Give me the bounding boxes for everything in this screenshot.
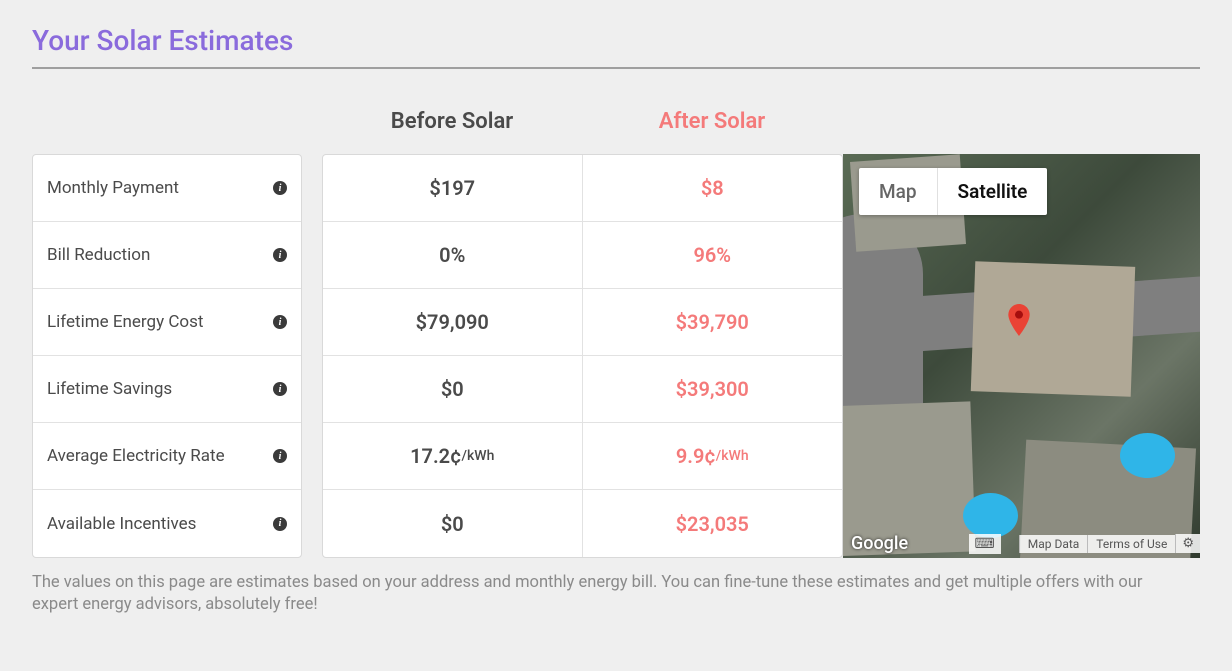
table-row: $0 $39,300 <box>323 356 842 423</box>
col-header-before: Before Solar <box>322 109 582 134</box>
info-icon[interactable]: i <box>273 449 287 463</box>
label-text: Lifetime Savings <box>47 379 172 399</box>
info-icon[interactable]: i <box>273 382 287 396</box>
info-icon[interactable]: i <box>273 315 287 329</box>
column-headers: Before Solar After Solar <box>32 109 1200 134</box>
label-bill-reduction: Bill Reduction i <box>33 222 301 289</box>
disclaimer-text: The values on this page are estimates ba… <box>32 572 1152 617</box>
table-row: 17.2¢/kWh 9.9¢/kWh <box>323 423 842 490</box>
label-lifetime-energy-cost: Lifetime Energy Cost i <box>33 289 301 356</box>
map-footer: Google ⌨ Map Data Terms of Use ⚙ <box>843 529 1200 558</box>
value-before: 0% <box>323 222 583 288</box>
label-text: Bill Reduction <box>47 245 150 265</box>
table-row: $0 $23,035 <box>323 490 842 557</box>
label-text: Average Electricity Rate <box>47 446 225 466</box>
info-icon[interactable]: i <box>273 181 287 195</box>
map-view[interactable]: Map Satellite Google ⌨ Map Data Terms of… <box>843 154 1200 558</box>
value-before: $79,090 <box>323 289 583 355</box>
metric-labels: Monthly Payment i Bill Reduction i Lifet… <box>32 154 302 558</box>
value-before: 17.2¢/kWh <box>323 423 583 489</box>
label-text: Monthly Payment <box>47 178 179 198</box>
label-monthly-payment: Monthly Payment i <box>33 155 301 222</box>
info-icon[interactable]: i <box>273 517 287 531</box>
value-after: 9.9¢/kWh <box>583 423 843 489</box>
google-logo: Google <box>843 529 916 558</box>
info-icon[interactable]: i <box>273 248 287 262</box>
label-text: Lifetime Energy Cost <box>47 312 203 332</box>
map-type-satellite[interactable]: Satellite <box>937 168 1048 215</box>
label-avg-electricity-rate: Average Electricity Rate i <box>33 423 301 490</box>
metric-values: $197 $8 0% 96% $79,090 $39,790 $0 $39,30… <box>322 154 843 558</box>
table-row: 0% 96% <box>323 222 842 289</box>
page-title: Your Solar Estimates <box>32 24 1200 69</box>
gear-icon[interactable]: ⚙ <box>1175 534 1200 553</box>
map-type-switch: Map Satellite <box>859 168 1047 215</box>
label-text: Available Incentives <box>47 514 196 534</box>
table-row: $79,090 $39,790 <box>323 289 842 356</box>
keyboard-icon[interactable]: ⌨ <box>969 534 1001 554</box>
terms-link[interactable]: Terms of Use <box>1087 535 1175 553</box>
value-after: $39,300 <box>583 356 843 422</box>
value-after: 96% <box>583 222 843 288</box>
label-available-incentives: Available Incentives i <box>33 490 301 557</box>
map-type-map[interactable]: Map <box>859 168 937 215</box>
map-data-link[interactable]: Map Data <box>1019 535 1088 553</box>
table-row: $197 $8 <box>323 155 842 222</box>
col-header-after: After Solar <box>582 109 842 134</box>
value-before: $197 <box>323 155 583 221</box>
value-before: $0 <box>323 356 583 422</box>
value-after: $39,790 <box>583 289 843 355</box>
value-after: $8 <box>583 155 843 221</box>
value-after: $23,035 <box>583 490 843 557</box>
value-before: $0 <box>323 490 583 557</box>
label-lifetime-savings: Lifetime Savings i <box>33 356 301 423</box>
